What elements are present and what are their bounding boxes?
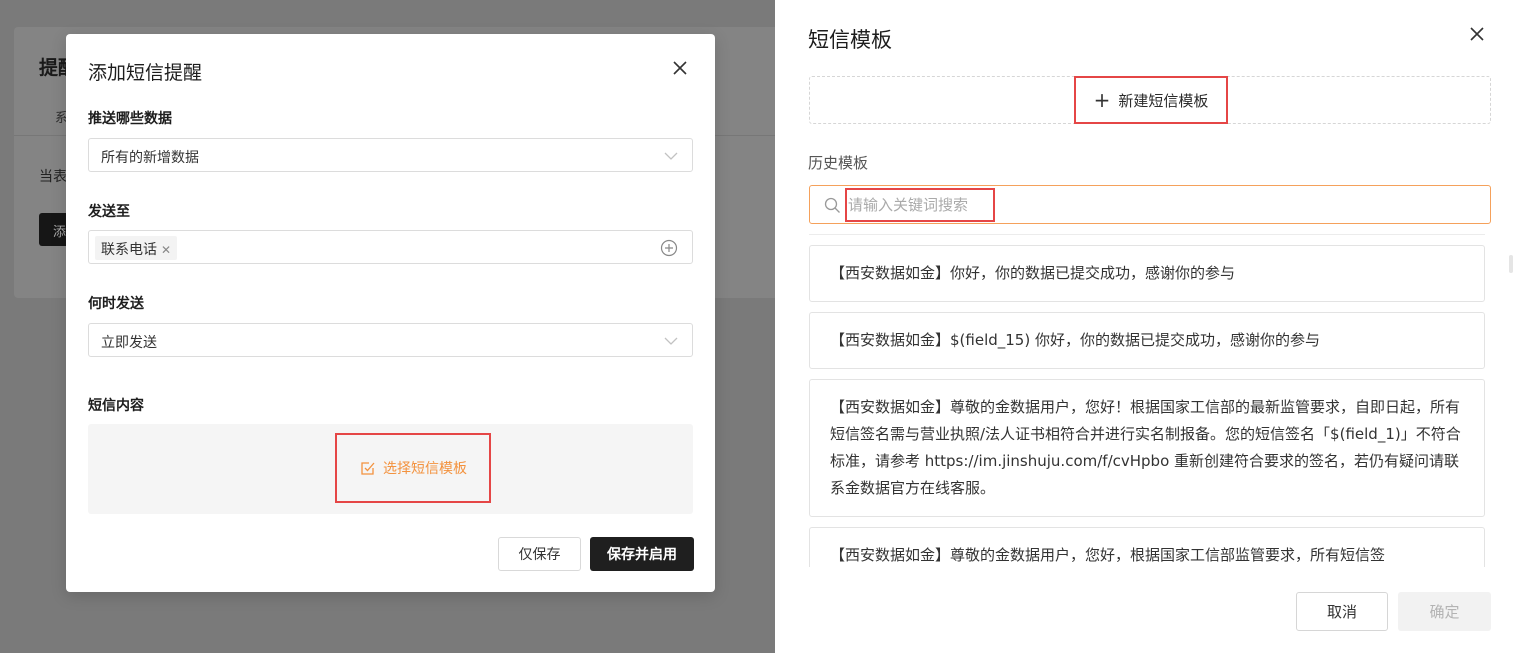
add-sms-reminder-modal: 添加短信提醒 推送哪些数据 所有的新增数据 发送至 联系电话 ✕ 何时发送 立即发… — [66, 34, 715, 592]
save-only-button[interactable]: 仅保存 — [498, 537, 581, 571]
new-template-area: + 新建短信模板 — [809, 76, 1491, 124]
checkbox-edit-icon — [361, 462, 375, 475]
search-icon — [824, 197, 840, 213]
data-label: 推送哪些数据 — [88, 111, 172, 127]
modal-title: 添加短信提醒 — [88, 62, 203, 84]
new-template-label: 新建短信模板 — [1118, 91, 1209, 110]
template-item[interactable]: 【西安数据如金】你好，你的数据已提交成功，感谢你的参与 — [809, 245, 1485, 302]
history-templates-label: 历史模板 — [808, 154, 869, 172]
confirm-button[interactable]: 确定 — [1398, 592, 1491, 631]
data-select-value: 所有的新增数据 — [101, 150, 199, 166]
sms-content-area: 选择短信模板 — [88, 424, 693, 514]
recipient-tag: 联系电话 ✕ — [95, 236, 178, 260]
choose-template-label: 选择短信模板 — [383, 461, 467, 477]
template-list: 【西安数据如金】你好，你的数据已提交成功，感谢你的参与 【西安数据如金】$(fi… — [809, 245, 1485, 567]
save-and-enable-button[interactable]: 保存并启用 — [590, 537, 694, 571]
chevron-down-icon — [664, 152, 678, 160]
when-select[interactable]: 立即发送 — [88, 323, 693, 357]
search-box — [809, 185, 1491, 224]
template-item[interactable]: 【西安数据如金】尊敬的金数据用户，您好！根据国家工信部的最新监管要求，自即日起，… — [809, 379, 1485, 517]
add-circle-icon[interactable] — [660, 239, 678, 257]
plus-icon: + — [1093, 88, 1111, 112]
chevron-down-icon — [664, 337, 678, 345]
data-select[interactable]: 所有的新增数据 — [88, 138, 693, 172]
close-icon[interactable] — [670, 58, 690, 78]
recipient-tag-label: 联系电话 — [101, 242, 157, 258]
cancel-button[interactable]: 取消 — [1296, 592, 1388, 631]
drawer-title: 短信模板 — [808, 28, 892, 52]
sms-template-drawer: 短信模板 + 新建短信模板 历史模板 【西安数据如金】你好，你的数据已提交成功，… — [775, 0, 1530, 653]
list-divider — [809, 234, 1485, 235]
choose-template-button[interactable]: 选择短信模板 — [335, 433, 491, 503]
search-input[interactable] — [848, 192, 1448, 218]
when-select-value: 立即发送 — [101, 335, 157, 351]
close-icon[interactable] — [1467, 24, 1487, 44]
send-to-field[interactable]: 联系电话 ✕ — [88, 230, 693, 264]
send-to-label: 发送至 — [88, 204, 130, 220]
scrollbar-thumb[interactable] — [1509, 255, 1513, 273]
new-template-button[interactable]: + 新建短信模板 — [1074, 76, 1228, 124]
template-item[interactable]: 【西安数据如金】$(field_15) 你好，你的数据已提交成功，感谢你的参与 — [809, 312, 1485, 369]
remove-tag-icon[interactable]: ✕ — [161, 243, 171, 257]
sms-content-label: 短信内容 — [88, 398, 144, 414]
when-label: 何时发送 — [88, 296, 144, 312]
template-item[interactable]: 【西安数据如金】尊敬的金数据用户，您好，根据国家工信部监管要求，所有短信签 — [809, 527, 1485, 567]
background-text: 当表 — [39, 169, 67, 185]
dimmed-page: 提醒 系 当表 添 添加短信提醒 推送哪些数据 所有的新增数据 发送至 联系电话… — [0, 0, 775, 653]
